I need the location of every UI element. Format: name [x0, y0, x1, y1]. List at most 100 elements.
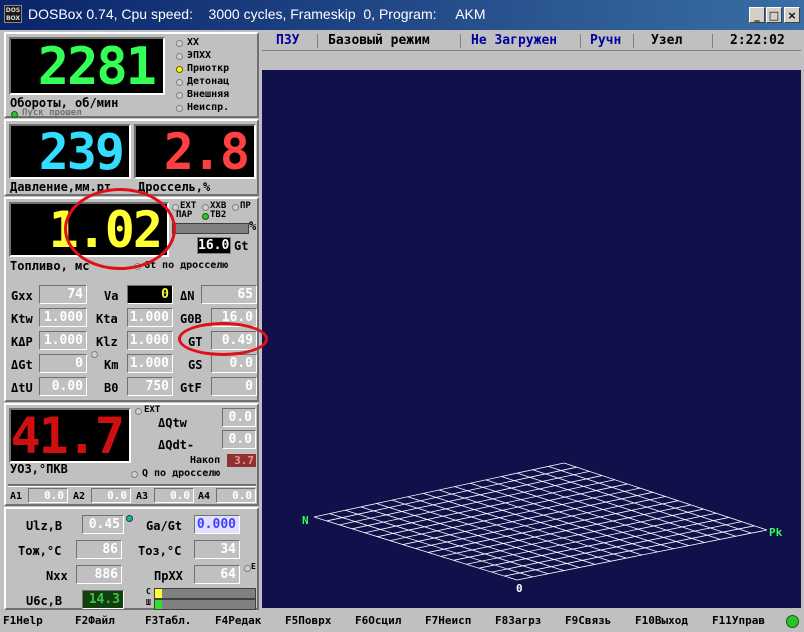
param-label-b0: B0: [104, 381, 119, 395]
fkey-f5[interactable]: F5Поврх: [285, 614, 331, 627]
fuel-opt-par: ПАР: [176, 210, 193, 220]
maximize-button[interactable]: □: [766, 7, 782, 23]
param-label-dgt: ΔGt: [11, 358, 33, 372]
aux-field-a4[interactable]: 0.0: [216, 488, 256, 503]
mode-radio-xx[interactable]: [176, 40, 183, 47]
param-field-klz[interactable]: 1.000: [127, 331, 173, 350]
fkey-f2[interactable]: F2Файл: [75, 614, 115, 627]
param-field-g0b[interactable]: 16.0: [211, 308, 257, 327]
ignition-opt-ext: EXT: [144, 405, 161, 415]
aux-label-a2: A2: [73, 491, 86, 502]
fkey-f11-key: F11: [712, 614, 732, 627]
mesh-line: [453, 508, 704, 561]
aux-label-a3: A3: [136, 491, 149, 502]
status-field-toz[interactable]: 34: [194, 540, 240, 559]
param-label-ktw: Ktw: [11, 312, 33, 326]
param-field-va[interactable]: 0: [127, 285, 173, 304]
param-label-dn: ΔN: [180, 289, 195, 303]
fkey-f7[interactable]: F7Неисп: [425, 614, 471, 627]
status-field-gagt[interactable]: 0.000: [194, 515, 240, 534]
status-field-ulz[interactable]: 0.45: [82, 515, 124, 534]
menu-item-node[interactable]: Узел: [651, 33, 682, 48]
aux-field-a2[interactable]: 0.0: [91, 488, 131, 503]
menu-item-manual[interactable]: Ручн: [590, 33, 621, 48]
fkey-f3[interactable]: F3Табл.: [145, 614, 191, 627]
mesh-line: [504, 525, 755, 577]
fkey-f9[interactable]: F9Связь: [565, 614, 611, 627]
throttle-value: 2.8: [163, 123, 250, 181]
param-label-kdp: KΔP: [11, 335, 33, 349]
menu-item-pzu[interactable]: ПЗУ: [276, 33, 299, 48]
dqdt-field[interactable]: 0.0: [222, 430, 256, 449]
status-field-prxx[interactable]: 64: [194, 565, 240, 584]
menu-item-base-mode[interactable]: Базовый режим: [328, 33, 430, 48]
fuel-throttle-option: Gt по дросселю: [144, 260, 229, 271]
status-field-nxx[interactable]: 886: [76, 565, 122, 584]
status-label-sh: Ш: [146, 598, 151, 607]
fkey-f11[interactable]: F11Управ: [712, 614, 765, 627]
mode-radio-detonac[interactable]: [176, 79, 183, 86]
map-3d-view[interactable]: N Pk 0: [262, 70, 801, 608]
param-field-ktw[interactable]: 1.000: [39, 308, 87, 327]
param-field-b0[interactable]: 750: [127, 377, 173, 396]
status-field-u6c[interactable]: 14.3: [82, 590, 124, 609]
param-field-km[interactable]: 1.000: [127, 354, 173, 373]
ignition-label: УОЗ,°ПКВ: [10, 462, 68, 476]
menu-item-not-loaded[interactable]: Не Загружен: [471, 33, 557, 48]
param-label-km: Km: [104, 358, 119, 372]
dqtw-field[interactable]: 0.0: [222, 408, 256, 427]
status-bar-c: [154, 588, 256, 599]
param-field-gs[interactable]: 0.0: [211, 354, 257, 373]
param-field-kdp[interactable]: 1.000: [39, 331, 87, 350]
fuel-panel: 1.02 EXT XXB ПР ПАР TB2 % 16.0 Gt Топлив…: [4, 197, 259, 402]
fuel-throttle-radio[interactable]: [134, 263, 141, 270]
mesh-line: [491, 521, 742, 573]
ignition-throttle-radio[interactable]: [131, 471, 138, 478]
mesh-line: [428, 500, 679, 553]
mesh-line: [415, 496, 666, 549]
param-field-gxx[interactable]: 74: [39, 285, 87, 304]
param-field-dgt[interactable]: 0: [39, 354, 87, 373]
prxx-radio-e[interactable]: [244, 565, 251, 572]
mode-radio-vneshnyaya[interactable]: [176, 92, 183, 99]
fuel-display: 1.02: [9, 201, 169, 259]
fuel-radio-tb2[interactable]: [202, 213, 209, 220]
status-field-tozh[interactable]: 86: [76, 540, 122, 559]
fkey-f10[interactable]: F10Выход: [635, 614, 688, 627]
mode-radio-epxx[interactable]: [176, 53, 183, 60]
dgt-radio[interactable]: [91, 351, 98, 358]
aux-field-a1[interactable]: 0.0: [28, 488, 68, 503]
mode-radio-neispr[interactable]: [176, 105, 183, 112]
fuel-radio-xxb[interactable]: [202, 204, 209, 211]
mode-radio-priotkr[interactable]: [176, 66, 183, 73]
mesh-line: [440, 504, 691, 557]
param-label-gt: GT: [188, 335, 203, 349]
fuel-map-surface: [313, 462, 768, 581]
fkey-f6[interactable]: F6Осцил: [355, 614, 401, 627]
fuel-value: 1.02: [48, 201, 163, 259]
fkey-f3-label: Табл.: [158, 614, 192, 627]
fkey-f4-key: F4: [215, 614, 229, 627]
param-field-gtf[interactable]: 0: [211, 377, 257, 396]
param-field-dtu[interactable]: 0.00: [39, 377, 87, 396]
fkey-f1[interactable]: F1Help: [3, 614, 43, 627]
aux-field-a3[interactable]: 0.0: [154, 488, 194, 503]
fkey-f9-label: Связь: [578, 614, 612, 627]
fkey-f4[interactable]: F4Редак: [215, 614, 261, 627]
axis-label-origin: 0: [516, 582, 523, 595]
status-bar-sh: [154, 599, 256, 610]
minimize-button[interactable]: _: [749, 7, 765, 23]
fkey-f6-label: Осцил: [368, 614, 402, 627]
dosbox-app-icon[interactable]: DOS BOX: [4, 5, 22, 23]
fkey-f8[interactable]: F8Загрз: [495, 614, 541, 627]
axis-label-pk: Pk: [769, 526, 783, 539]
param-field-dn[interactable]: 65: [201, 285, 257, 304]
param-field-kta[interactable]: 1.000: [127, 308, 173, 327]
fuel-percent-bar: [172, 223, 249, 234]
mesh-line: [563, 462, 768, 531]
close-button[interactable]: ×: [784, 7, 800, 23]
ignition-radio-ext[interactable]: [135, 408, 142, 415]
title-bar[interactable]: DOS BOX DOSBox 0.74, Cpu speed: 3000 cyc…: [0, 0, 804, 30]
fuel-radio-pr[interactable]: [232, 204, 239, 211]
param-field-gt[interactable]: 0.49: [211, 331, 257, 350]
